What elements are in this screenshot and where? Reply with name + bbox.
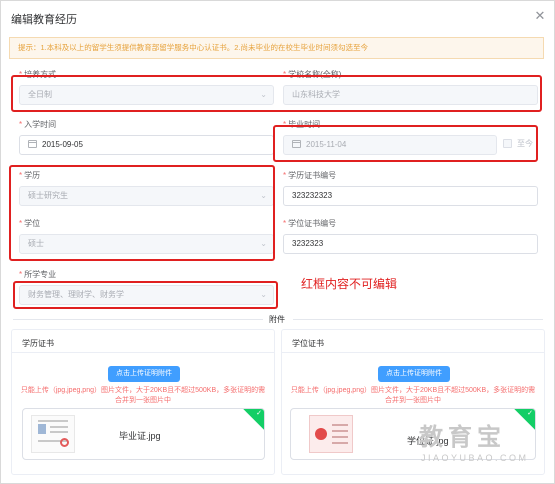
until-now-checkbox[interactable] xyxy=(503,139,512,148)
education-select[interactable]: 硕士研究生 ⌄ xyxy=(19,186,274,206)
degree-cert-no-label: * 学位证书编号 xyxy=(283,219,337,228)
uploaded-file-item[interactable]: 毕业证.jpg ✓ xyxy=(22,408,265,460)
readonly-annotation: 红框内容不可编辑 xyxy=(301,277,398,291)
card-divider xyxy=(12,352,274,353)
school-name-input[interactable]: 山东科技大学 xyxy=(283,85,538,105)
file-name: 毕业证.jpg xyxy=(119,431,161,441)
card-divider xyxy=(282,352,544,353)
card-title: 学历证书 xyxy=(22,339,54,348)
education-cert-no-label: * 学历证书编号 xyxy=(283,171,337,180)
degree-label: * 学位 xyxy=(19,219,41,228)
upload-button[interactable]: 点击上传证明附件 xyxy=(378,366,450,382)
dialog-title: 编辑教育经历 xyxy=(11,14,77,26)
enrollment-date-picker[interactable]: 2015-09-05 xyxy=(19,135,274,155)
until-now-label: 至今 xyxy=(517,139,533,148)
calendar-icon xyxy=(28,140,37,148)
upload-hint: 只能上传（jpg,jpeg,png）图片文件，大于20KB且不超过500KB，多… xyxy=(20,387,266,404)
degree-select[interactable]: 硕士 ⌄ xyxy=(19,234,274,254)
education-label: * 学历 xyxy=(19,171,41,180)
chevron-down-icon: ⌄ xyxy=(260,290,267,299)
upload-hint: 只能上传（jpg,jpeg,png）图片文件，大于20KB且不超过500KB，多… xyxy=(290,387,536,404)
school-name-label: * 学校名称(全称) xyxy=(283,70,342,79)
enrollment-date-label: * 入学时间 xyxy=(19,120,57,129)
calendar-icon xyxy=(292,140,301,148)
divider-line-left xyxy=(13,319,263,320)
divider-line-right xyxy=(293,319,543,320)
chevron-down-icon: ⌄ xyxy=(260,90,267,99)
major-label: * 所学专业 xyxy=(19,270,57,279)
graduation-date-label: * 毕业时间 xyxy=(283,120,321,129)
upload-button[interactable]: 点击上传证明附件 xyxy=(108,366,180,382)
education-cert-no-input[interactable]: 323232323 xyxy=(283,186,538,206)
training-mode-label: * 培养方式 xyxy=(19,70,57,79)
check-icon: ✓ xyxy=(256,410,262,417)
certificate-thumbnail xyxy=(31,415,75,453)
close-icon[interactable]: ✕ xyxy=(534,9,546,22)
education-cert-card: 学历证书 点击上传证明附件 只能上传（jpg,jpeg,png）图片文件，大于2… xyxy=(11,329,275,475)
chevron-down-icon: ⌄ xyxy=(260,191,267,200)
training-mode-select[interactable]: 全日制 ⌄ xyxy=(19,85,274,105)
graduation-date-picker[interactable]: 2015-11-04 xyxy=(283,135,497,155)
certificate-thumbnail xyxy=(309,415,353,453)
dialog: 编辑教育经历 ✕ 提示：1.本科及以上的留学生须提供教育部留学服务中心认证书。2… xyxy=(0,0,555,484)
tip-alert: 提示：1.本科及以上的留学生须提供教育部留学服务中心认证书。2.尚未毕业的在校生… xyxy=(9,37,544,59)
degree-cert-no-input[interactable]: 3232323 xyxy=(283,234,538,254)
watermark-logo-text: 教育宝 xyxy=(419,424,506,451)
watermark-domain: JIAOYUBAO.COM xyxy=(421,453,529,463)
card-title: 学位证书 xyxy=(292,339,324,348)
dialog-header: 编辑教育经历 ✕ xyxy=(1,1,554,33)
major-select[interactable]: 财务管理、理财学、财务学 ⌄ xyxy=(19,285,274,305)
attachments-divider-label: 附件 xyxy=(269,315,285,324)
chevron-down-icon: ⌄ xyxy=(260,239,267,248)
check-icon: ✓ xyxy=(527,410,533,417)
